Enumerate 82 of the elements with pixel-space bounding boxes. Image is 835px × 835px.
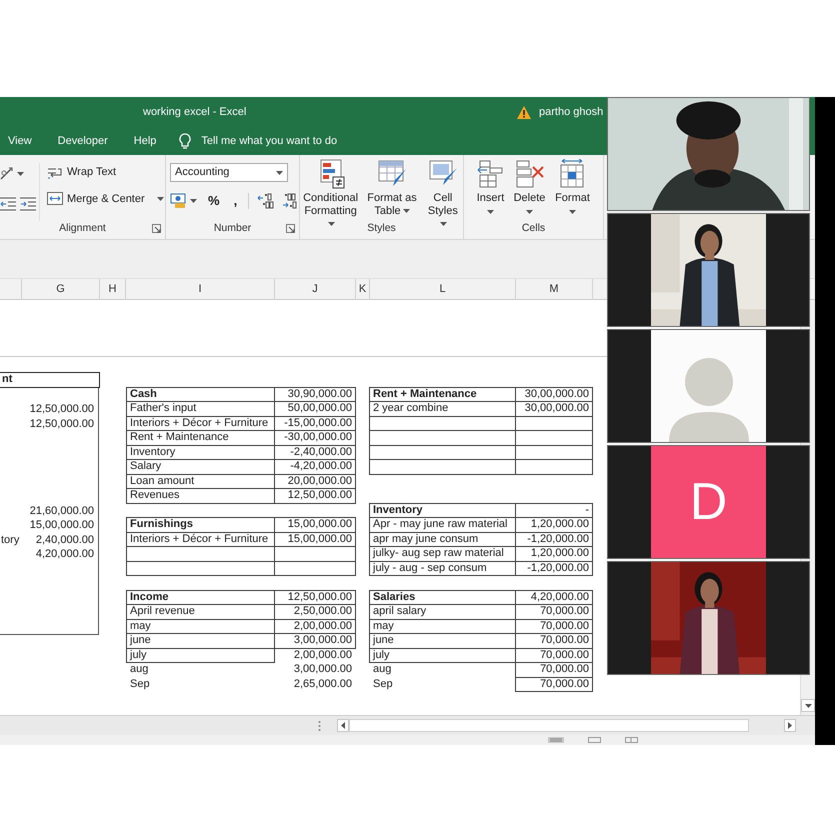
table-cell: 21,60,000.00 [30,504,94,518]
table-cell: 12,50,000.00 [274,488,356,504]
ribbon-button[interactable]: Delete [510,159,548,221]
ribbon-button[interactable]: Insert [474,159,506,221]
increase-indent-icon[interactable] [20,196,36,212]
table-cell: july [126,648,275,663]
split-handle-icon[interactable] [318,720,321,732]
ribbon-button[interactable]: % [205,190,223,212]
table-cell: - [515,502,593,518]
ribbon-button[interactable]: Conditional Formatting [300,159,362,221]
table-cell: tory [1,532,20,547]
group-label: Number [214,221,252,236]
tell-me-field[interactable]: Tell me what you want to do [199,130,380,152]
arrow-down-icon [804,704,812,708]
ribbon-button[interactable]: Cell Styles [422,159,463,221]
text-orientation-icon[interactable] [0,167,13,180]
dialog-launcher-icon[interactable] [286,224,295,233]
table-cell-text: 2,00,000.00 [292,648,353,662]
table-cell: 12,50,000.00 [274,590,356,605]
dialog-launcher-icon[interactable] [152,224,161,233]
table-cell: 3,00,000.00 [274,633,356,648]
table-cell: 2,40,000.00 [36,532,94,547]
accounting-format-icon[interactable] [170,193,186,208]
ribbon-tab[interactable]: View [5,130,35,152]
group-label: Alignment [59,221,106,236]
participant-initial: D [690,476,728,528]
caret-icon [276,170,283,174]
table-cell: 4,20,000.00 [515,590,593,605]
warning-icon [517,106,531,118]
table-cell: 15,00,000.00 [274,517,356,532]
table-cell-text: 3,00,000.00 [292,662,353,677]
table-cell: 4,20,000.00 [36,547,94,562]
table-cell: Salaries [369,590,516,605]
caret-icon [190,198,197,203]
window-title: working excel - Excel [143,104,248,120]
ribbon-button[interactable]: Wrap Text [44,163,167,182]
ribbon-button[interactable]: Merge & Center [44,190,167,208]
table-cell-text: Sep [129,676,151,692]
group-label: Styles [367,221,396,236]
user-name: partho ghosh [539,104,604,120]
avatar-icon [668,356,748,442]
table-cell: nt [0,372,100,388]
table-cell: Inventory [369,502,516,518]
caret-icon [17,172,24,176]
merge-cells-icon [47,191,63,206]
arrow-left-icon [341,722,345,729]
ribbon-tab[interactable]: Developer [54,130,111,152]
table-cell: 12,50,000.00 [30,416,94,431]
table-cell: 12,50,000.00 [30,402,94,416]
group-label: Cells [522,221,546,236]
table-cell: july [369,648,516,663]
decrease-decimal-icon[interactable] [282,192,299,209]
table-cell: july - aug - sep consum [369,560,516,576]
table-cell-text: aug [129,662,150,677]
table-cell: Cash [126,386,275,402]
ribbon-button[interactable]: Format as Table [365,159,419,221]
table-cell: Rent + Maintenance [369,386,516,402]
decrease-indent-icon[interactable] [0,196,16,212]
table-cell-text: Sep [372,676,394,692]
table-cell: 70,000.00 [515,676,593,692]
table-cell-text: aug [372,662,392,677]
table-cell: -1,20,000.00 [515,560,593,576]
scroll-right-button[interactable] [784,719,796,732]
lightbulb-icon [179,133,192,149]
ribbon-tab[interactable]: Help [130,130,160,152]
table-cell: Furnishings [126,517,275,532]
ribbon-button[interactable]: Format [552,159,592,221]
table-cell: Revenues [126,488,275,504]
increase-decimal-icon[interactable] [257,192,274,209]
arrow-right-icon [788,722,792,729]
scroll-down-button[interactable] [801,699,815,712]
ribbon-button[interactable]: , [230,190,240,212]
table-cell: 70,000.00 [515,662,593,678]
scroll-left-button[interactable] [337,719,349,732]
table-cell: Income [126,590,275,605]
number-format-dropdown[interactable]: Accounting [170,163,288,182]
table-cell: 30,00,000.00 [515,386,593,402]
table-cell-text: 2,65,000.00 [292,676,353,692]
scroll-thumb[interactable] [349,719,749,732]
table-cell: 30,90,000.00 [274,386,356,402]
table-cell: 15,00,000.00 [30,518,94,532]
delete-cells-icon [514,159,546,189]
